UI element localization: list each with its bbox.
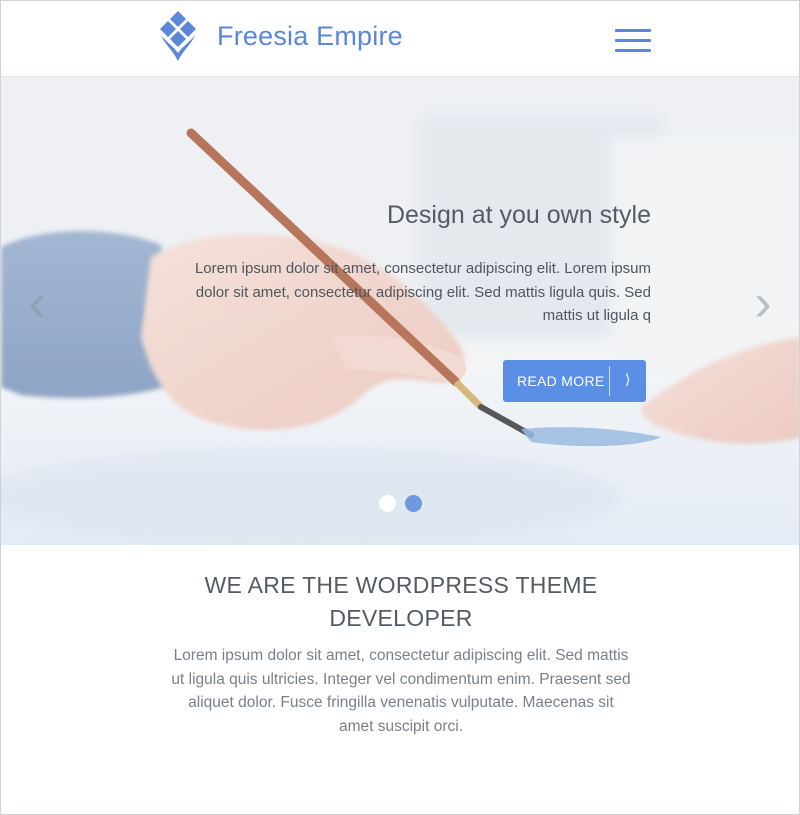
site-title[interactable]: Freesia Empire	[217, 21, 403, 52]
button-divider	[609, 366, 610, 396]
section-description: Lorem ipsum dolor sit amet, consectetur …	[171, 647, 631, 736]
page-frame: Freesia Empire Design at you own style L…	[0, 0, 800, 815]
section-heading: WE ARE THE WORDPRESS THEME DEVELOPER	[151, 569, 651, 635]
hamburger-menu-button[interactable]	[613, 27, 653, 55]
slider-dot-2-active[interactable]	[405, 495, 422, 512]
slider-next-arrow[interactable]: ›	[751, 273, 775, 333]
read-more-button[interactable]: READ MORE ⟩	[503, 360, 646, 402]
hamburger-icon-line	[615, 49, 651, 52]
diamond-cluster-icon[interactable]	[157, 9, 199, 63]
section-heading-line-2: DEVELOPER	[329, 605, 473, 631]
slider-prev-arrow[interactable]: ‹	[25, 273, 49, 333]
hamburger-icon-line	[615, 29, 651, 32]
intro-section: WE ARE THE WORDPRESS THEME DEVELOPER Lor…	[1, 545, 799, 814]
chevron-right-icon: ⟩	[625, 371, 631, 387]
section-heading-line-1: WE ARE THE WORDPRESS THEME	[204, 572, 598, 598]
read-more-label: READ MORE	[517, 373, 605, 389]
slider-dot-1[interactable]	[379, 495, 396, 512]
hamburger-icon-line	[615, 39, 651, 42]
slide-title: Design at you own style	[386, 201, 651, 229]
hero-slider: Design at you own style Lorem ipsum dolo…	[1, 77, 799, 545]
slide-description: Lorem ipsum dolor sit amet, consectetur …	[194, 260, 651, 324]
slider-pagination	[379, 495, 429, 515]
site-header: Freesia Empire	[1, 1, 799, 77]
